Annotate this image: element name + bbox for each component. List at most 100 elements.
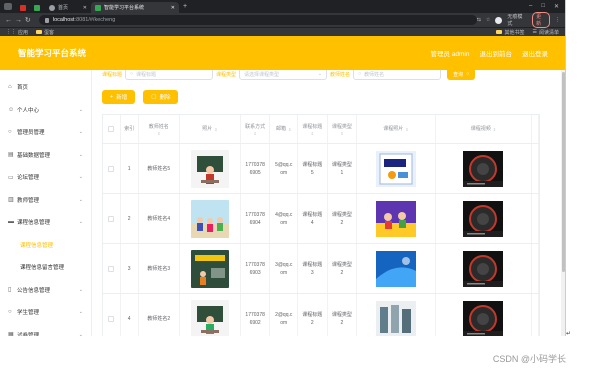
cell-teacher-photo[interactable]: [180, 244, 241, 293]
new-tab-icon[interactable]: +: [183, 3, 187, 10]
table-row[interactable]: 3 教师姓名3 17703786903 3@qq.com 课程标题3 课程类型2: [103, 244, 540, 294]
add-button[interactable]: + 新增: [102, 90, 136, 104]
sidebar-item[interactable]: ▭ 论坛管理 ⌄: [0, 166, 91, 189]
course-video-thumbnail[interactable]: [463, 300, 504, 336]
translate-icon[interactable]: ⇆: [477, 17, 481, 23]
course-photo-image[interactable]: [375, 300, 416, 336]
sidebar-item[interactable]: ▬ 课程信息管理 ⌄: [0, 211, 91, 234]
forward-icon[interactable]: →: [15, 17, 25, 24]
tab-1[interactable]: [17, 2, 31, 13]
sidebar-item[interactable]: ▦ 试卷管理 ⌄: [0, 324, 91, 336]
delete-button[interactable]: ▢ 删除: [143, 90, 179, 104]
cell-email: 2@qq.com: [270, 294, 299, 336]
sidebar-item[interactable]: ○ 学生管理 ⌄: [0, 301, 91, 324]
course-video-thumbnail[interactable]: [463, 150, 504, 187]
th-course-type[interactable]: 课程类型 ⇕: [328, 115, 358, 143]
cell-email: 5@qq.com: [270, 144, 299, 193]
menu-dots-icon[interactable]: ⋮: [555, 17, 560, 23]
sidebar-item[interactable]: ☺ 个人中心 ⌄: [0, 99, 91, 122]
row-checkbox[interactable]: [103, 194, 121, 243]
sidebar-item[interactable]: ⌂ 首页: [0, 76, 91, 99]
cell-course-video[interactable]: [436, 294, 533, 336]
maximize-icon[interactable]: □: [541, 3, 545, 10]
course-video-thumbnail[interactable]: [463, 200, 504, 237]
course-title-input[interactable]: ○ 课程标题: [125, 70, 214, 80]
table-row[interactable]: 1 教师姓名5 17703786905 5@qq.com 课程标题5 课程类型1: [103, 144, 540, 194]
sidebar: ⌂ 首页 ☺ 个人中心 ⌄ ○ 管理员管理 ⌄ ▤ 基础数据管理 ⌄ ▭ 论坛管理 ⌄ ▥ 教师管理 ⌄ ▬ 课程信…: [0, 70, 92, 336]
th-index: 索引: [121, 115, 139, 143]
sidebar-item[interactable]: ▥ 教师管理 ⌄: [0, 189, 91, 212]
teacher-photo-image[interactable]: [190, 299, 229, 336]
cell-course-photo[interactable]: [357, 194, 436, 243]
bookmark-item[interactable]: 蛋客: [36, 29, 54, 36]
th-course-photo[interactable]: 课程照片 ⇕: [357, 115, 436, 143]
row-checkbox[interactable]: [103, 244, 121, 293]
incognito-label[interactable]: 无痕模式: [507, 13, 527, 27]
th-course-title[interactable]: 课程标题 ⇕: [298, 115, 328, 143]
cell-teacher-photo[interactable]: [180, 144, 241, 193]
course-photo-image[interactable]: [375, 200, 416, 237]
teacher-photo-image[interactable]: [190, 149, 229, 188]
sidebar-item-label: 教师管理: [17, 197, 40, 204]
row-checkbox[interactable]: [103, 144, 121, 193]
cell-rest: [532, 144, 540, 193]
sidebar-item[interactable]: 课程信息留言管理: [0, 256, 91, 279]
sidebar-item[interactable]: ▤ 基础数据管理 ⌄: [0, 144, 91, 167]
tab-2[interactable]: [31, 2, 45, 13]
minimize-icon[interactable]: –: [529, 3, 532, 10]
reload-icon[interactable]: ↻: [25, 16, 35, 24]
bookmark-apps[interactable]: ⋮⋮ 应用: [6, 29, 28, 36]
tab-search-icon[interactable]: [4, 3, 12, 10]
cell-course-video[interactable]: [436, 144, 533, 193]
cell-course-video[interactable]: [436, 194, 533, 243]
query-button[interactable]: 查询 ○: [447, 70, 476, 80]
tab-home[interactable]: 首页 ✕: [45, 2, 91, 13]
teacher-photo-image[interactable]: [190, 249, 229, 288]
course-photo-image[interactable]: [375, 250, 416, 287]
tab-active[interactable]: 智能学习平台系统 ✕: [91, 2, 179, 13]
toolbar-right: ⇆ ☆ 无痕模式 更新 ⋮: [477, 12, 560, 28]
close-window-icon[interactable]: ✕: [554, 3, 559, 10]
admin-label[interactable]: 管理员 admin: [430, 48, 469, 58]
th-photo[interactable]: 照片 ⇕: [180, 115, 241, 143]
close-icon[interactable]: ✕: [83, 5, 87, 11]
table-row[interactable]: 2 教师姓名4 17703786904 4@qq.com 课程标题4 课程类型2: [103, 194, 540, 244]
search-icon: ○: [466, 71, 470, 77]
update-button[interactable]: 更新: [532, 12, 550, 28]
row-checkbox[interactable]: [103, 294, 121, 336]
bookmark-other[interactable]: 其他书签: [496, 29, 525, 36]
cell-course-photo[interactable]: [357, 294, 436, 336]
scroll-thumb[interactable]: [562, 72, 565, 272]
th-phone[interactable]: 联系方式 ⇕: [241, 115, 271, 143]
course-video-thumbnail[interactable]: [463, 250, 504, 287]
back-icon[interactable]: ←: [5, 17, 15, 24]
logout-link[interactable]: 退出登录: [522, 48, 548, 58]
th-email[interactable]: 邮箱 ⇕: [270, 115, 299, 143]
teacher-name-input[interactable]: ○ 教师姓名: [353, 70, 442, 80]
reading-list[interactable]: ☰ 阅读清单: [533, 29, 560, 36]
cell-course-photo[interactable]: [357, 144, 436, 193]
sidebar-item[interactable]: ▯ 公告信息管理 ⌄: [0, 279, 91, 302]
cell-course-type: 课程类型2: [328, 244, 358, 293]
table-row[interactable]: 4 教师姓名2 17703786902 2@qq.com 课程标题2 课程类型2: [103, 294, 540, 336]
th-course-video[interactable]: 课程视频 ⇕: [436, 115, 533, 143]
teacher-photo-image[interactable]: [190, 199, 229, 238]
select-all-checkbox[interactable]: [103, 115, 121, 143]
th-teacher-name[interactable]: 教师姓名 ⇕: [139, 115, 180, 143]
table-body: 1 教师姓名5 17703786905 5@qq.com 课程标题5 课程类型1 2 教师姓名…: [103, 144, 540, 336]
vertical-scrollbar[interactable]: [561, 70, 565, 336]
table-header: 索引 教师姓名 ⇕ 照片 ⇕ 联系方式 ⇕ 邮箱 ⇕ 课程标题 ⇕ 课程类型 ⇕ 课程照片 ⇕…: [103, 115, 540, 144]
cell-course-photo[interactable]: [357, 244, 436, 293]
star-icon[interactable]: ☆: [486, 17, 490, 23]
sidebar-item[interactable]: ○ 管理员管理 ⌄: [0, 121, 91, 144]
sort-icon: ⇕: [492, 126, 497, 132]
cell-teacher-photo[interactable]: [180, 294, 241, 336]
url-input[interactable]: localhost:8081/#/kecheng: [38, 15, 477, 25]
close-icon[interactable]: ✕: [171, 5, 175, 11]
cell-course-video[interactable]: [436, 244, 533, 293]
cell-teacher-photo[interactable]: [180, 194, 241, 243]
course-type-select[interactable]: 请选择课程类型 ⌄: [239, 70, 328, 80]
course-photo-image[interactable]: [375, 150, 416, 187]
sidebar-item[interactable]: 课程信息管理: [0, 234, 91, 257]
to-frontend-link[interactable]: 退出到前台: [480, 48, 513, 58]
